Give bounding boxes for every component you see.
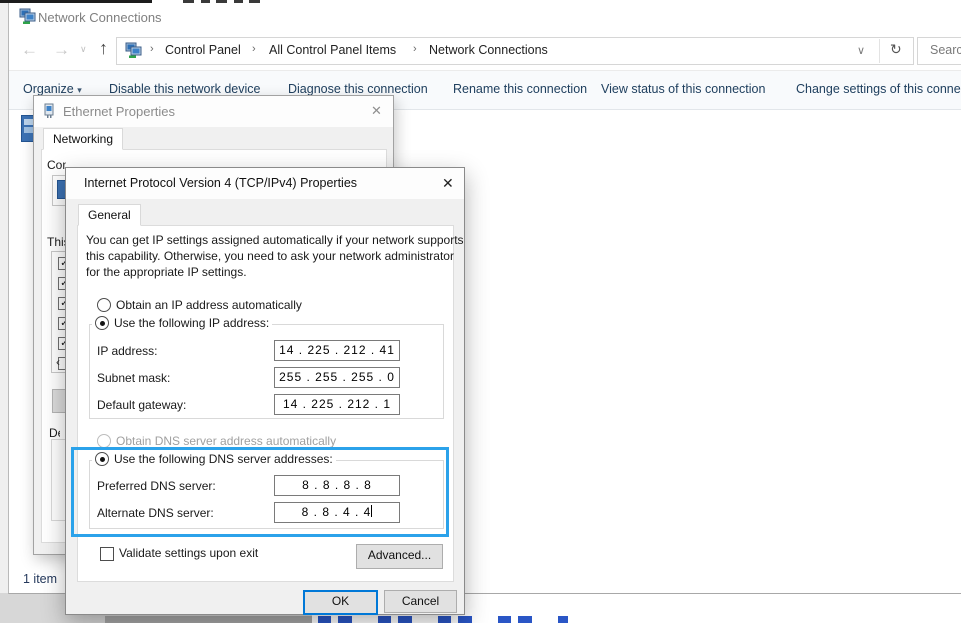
text-caret <box>371 505 372 517</box>
address-bar[interactable]: › Control Panel › All Control Panel Item… <box>116 37 914 65</box>
ethernet-dialog-title: Ethernet Properties <box>63 104 175 119</box>
ip-address-label: IP address: <box>97 344 157 358</box>
toolbar-diagnose-connection[interactable]: Diagnose this connection <box>288 82 428 96</box>
desktop-dark-block <box>105 616 312 623</box>
alternate-dns-label: Alternate DNS server: <box>97 506 214 520</box>
breadcrumb-separator-icon: › <box>150 43 154 55</box>
advanced-button[interactable]: Advanced... <box>356 544 443 569</box>
organize-label: Organize <box>23 82 74 96</box>
ethernet-adapter-icon <box>42 103 56 124</box>
preferred-dns-field[interactable]: 8 . 8 . 8 . 8 <box>274 475 400 496</box>
left-desktop-strip <box>0 0 8 623</box>
validate-settings-label[interactable]: Validate settings upon exit <box>119 546 258 560</box>
cancel-button[interactable]: Cancel <box>384 590 457 613</box>
radio-obtain-dns-automatically[interactable] <box>97 434 111 448</box>
ok-button[interactable]: OK <box>303 590 378 615</box>
toolbar-change-settings[interactable]: Change settings of this connection <box>796 82 961 96</box>
radio-obtain-ip-label[interactable]: Obtain an IP address automatically <box>116 298 302 312</box>
ethernet-close-icon[interactable]: ✕ <box>371 103 382 119</box>
address-dropdown-icon[interactable]: ∨ <box>857 44 865 57</box>
ethernet-dialog-titlebar: Ethernet Properties ✕ <box>34 96 393 127</box>
ip-address-field[interactable]: 14 . 225 . 212 . 41 <box>274 340 400 361</box>
toolbar-view-status[interactable]: View status of this connection <box>601 82 765 96</box>
validate-settings-checkbox[interactable] <box>100 547 114 561</box>
address-location-icon <box>125 42 142 64</box>
up-icon[interactable]: ↑ <box>99 40 108 57</box>
radio-obtain-ip-automatically[interactable] <box>97 298 111 312</box>
radio-use-following-dns-label: Use the following DNS server addresses: <box>114 452 333 466</box>
connect-using-label: Connect using: <box>47 158 66 173</box>
address-divider <box>879 39 880 63</box>
intro-line-3: for the appropriate IP settings. <box>86 264 464 280</box>
radio-use-following-ip-circle[interactable] <box>95 316 109 330</box>
scroll-left-icon[interactable]: ‹ <box>56 355 60 369</box>
search-box[interactable]: Search <box>917 37 961 65</box>
radio-obtain-dns-label[interactable]: Obtain DNS server address automatically <box>116 434 336 448</box>
tab-networking[interactable]: Networking <box>43 128 123 150</box>
navigation-bar: ← → ∨ ↑ › Control Panel › All <box>9 32 961 70</box>
preferred-dns-label: Preferred DNS server: <box>97 479 216 493</box>
alternate-dns-value: 8 . 8 . 4 . 4 <box>302 505 372 519</box>
status-bar-item-count: 1 item <box>23 572 57 586</box>
connection-items-label: This connection uses the following items… <box>47 235 66 250</box>
intro-line-1: You can get IP settings assigned automat… <box>86 232 464 248</box>
radio-use-following-dns[interactable]: Use the following DNS server addresses: <box>92 452 336 466</box>
window-title: Network Connections <box>38 10 162 25</box>
ipv4-properties-dialog: Internet Protocol Version 4 (TCP/IPv4) P… <box>65 167 465 615</box>
radio-use-following-ip[interactable]: Use the following IP address: <box>92 316 272 330</box>
toolbar-disable-device[interactable]: Disable this network device <box>109 82 260 96</box>
subnet-mask-label: Subnet mask: <box>97 371 170 385</box>
forward-icon[interactable]: → <box>53 41 70 58</box>
default-gateway-label: Default gateway: <box>97 398 186 412</box>
breadcrumb-control-panel[interactable]: Control Panel <box>165 43 241 57</box>
subnet-mask-field[interactable]: 255 . 255 . 255 . 0 <box>274 367 400 388</box>
radio-use-following-dns-circle[interactable] <box>95 452 109 466</box>
breadcrumb-network-connections[interactable]: Network Connections <box>429 43 548 57</box>
alternate-dns-field[interactable]: 8 . 8 . 4 . 4 <box>274 502 400 523</box>
breadcrumb-all-control-panel-items[interactable]: All Control Panel Items <box>269 43 396 57</box>
intro-text: You can get IP settings assigned automat… <box>86 232 464 280</box>
breadcrumb-separator-icon: › <box>252 43 256 55</box>
tab-general[interactable]: General <box>78 204 141 226</box>
recent-locations-chevron-icon[interactable]: ∨ <box>80 44 87 55</box>
window-titlebar: Network Connections <box>9 3 961 32</box>
screen: Network Connections ← → ∨ ↑ › <box>0 0 961 623</box>
toolbar-organize[interactable]: Organize ▾ <box>23 82 82 96</box>
back-icon[interactable]: ← <box>21 41 38 58</box>
ipv4-dialog-titlebar: Internet Protocol Version 4 (TCP/IPv4) P… <box>66 168 464 199</box>
clipped-background-links <box>318 616 568 623</box>
menu-arrow-icon: ▾ <box>77 85 82 95</box>
search-input[interactable]: Search <box>930 43 961 57</box>
refresh-icon[interactable]: ↻ <box>890 41 902 58</box>
toolbar-rename-connection[interactable]: Rename this connection <box>453 82 587 96</box>
ipv4-dialog-title: Internet Protocol Version 4 (TCP/IPv4) P… <box>84 176 357 190</box>
radio-use-following-ip-label: Use the following IP address: <box>114 316 269 330</box>
default-gateway-field[interactable]: 14 . 225 . 212 . 1 <box>274 394 400 415</box>
network-connections-icon <box>19 8 36 30</box>
intro-line-2: this capability. Otherwise, you need to … <box>86 248 464 264</box>
breadcrumb-separator-icon: › <box>413 43 417 55</box>
ipv4-close-icon[interactable]: ✕ <box>442 175 454 192</box>
